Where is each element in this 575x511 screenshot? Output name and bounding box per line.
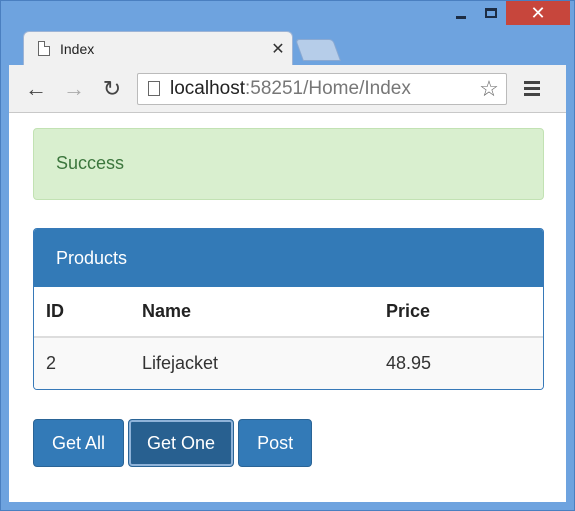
browser-window: ✕ Index ✕ ← → ↻ localhost :58251/Home/In… [0,0,575,511]
minimize-icon [456,15,466,19]
bookmark-star-icon[interactable]: ☆ [472,76,506,102]
products-panel: Products ID Name Price 2 Lifejacket 48.9… [33,228,544,390]
minimize-button[interactable] [446,1,476,25]
hamburger-menu-icon[interactable] [517,81,547,96]
products-table: ID Name Price 2 Lifejacket 48.95 [34,287,543,389]
reload-icon: ↻ [102,75,122,101]
cell-name: Lifejacket [130,337,374,389]
forward-arrow-icon: → [63,75,85,101]
panel-title: Products [34,229,543,287]
tab-title: Index [60,40,95,57]
tab-close-icon[interactable]: ✕ [264,39,292,59]
table-header-row: ID Name Price [34,287,543,338]
maximize-button[interactable] [476,1,506,25]
url-path: :58251/Home/Index [245,77,411,99]
page-icon [148,81,160,96]
browser-toolbar: ← → ↻ localhost :58251/Home/Index ☆ [9,65,566,113]
url-host: localhost [170,77,245,99]
get-one-button[interactable]: Get One [128,419,235,467]
close-icon: ✕ [530,2,546,23]
maximize-icon [485,8,497,18]
table-row: 2 Lifejacket 48.95 [34,337,543,389]
back-button[interactable]: ← [21,74,51,104]
action-buttons: Get All Get One Post [33,419,313,467]
post-button[interactable]: Post [238,419,313,467]
cell-price: 48.95 [374,337,543,389]
get-all-button[interactable]: Get All [33,419,125,467]
window-controls: ✕ [446,1,570,31]
address-bar[interactable]: localhost :58251/Home/Index ☆ [137,72,507,105]
page-icon [38,41,50,56]
forward-button[interactable]: → [59,74,89,104]
column-header-price: Price [374,287,543,338]
column-header-name: Name [130,287,374,338]
new-tab-button[interactable] [294,39,342,61]
reload-button[interactable]: ↻ [97,74,127,104]
cell-id: 2 [34,337,130,389]
page-content: Success Products ID Name Price 2 Lifejac… [9,113,566,502]
browser-tab[interactable]: Index ✕ [23,31,293,65]
close-window-button[interactable]: ✕ [506,1,570,25]
column-header-id: ID [34,287,130,338]
back-arrow-icon: ← [25,75,47,101]
success-alert: Success [33,128,544,200]
